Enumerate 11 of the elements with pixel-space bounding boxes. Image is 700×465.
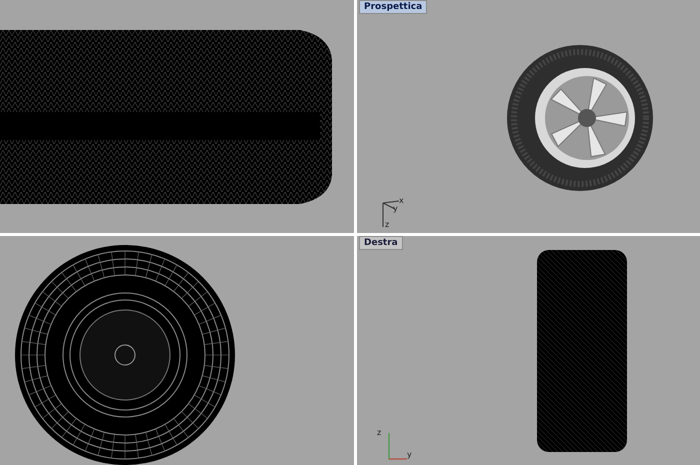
viewport-title-tab[interactable]: Prospettica bbox=[359, 0, 428, 14]
axis-label: y bbox=[407, 451, 412, 459]
axis-label: z bbox=[377, 429, 382, 437]
viewport[interactable] bbox=[0, 236, 354, 465]
viewport[interactable]: Prospettica x y z bbox=[357, 0, 700, 233]
viewport[interactable]: Destra z y bbox=[357, 236, 700, 465]
axis-label: y bbox=[393, 205, 398, 213]
axis-label: x bbox=[399, 197, 404, 205]
viewport[interactable] bbox=[0, 0, 354, 233]
viewport-title-tab[interactable]: Destra bbox=[359, 236, 403, 250]
axis-label: z bbox=[385, 221, 390, 229]
